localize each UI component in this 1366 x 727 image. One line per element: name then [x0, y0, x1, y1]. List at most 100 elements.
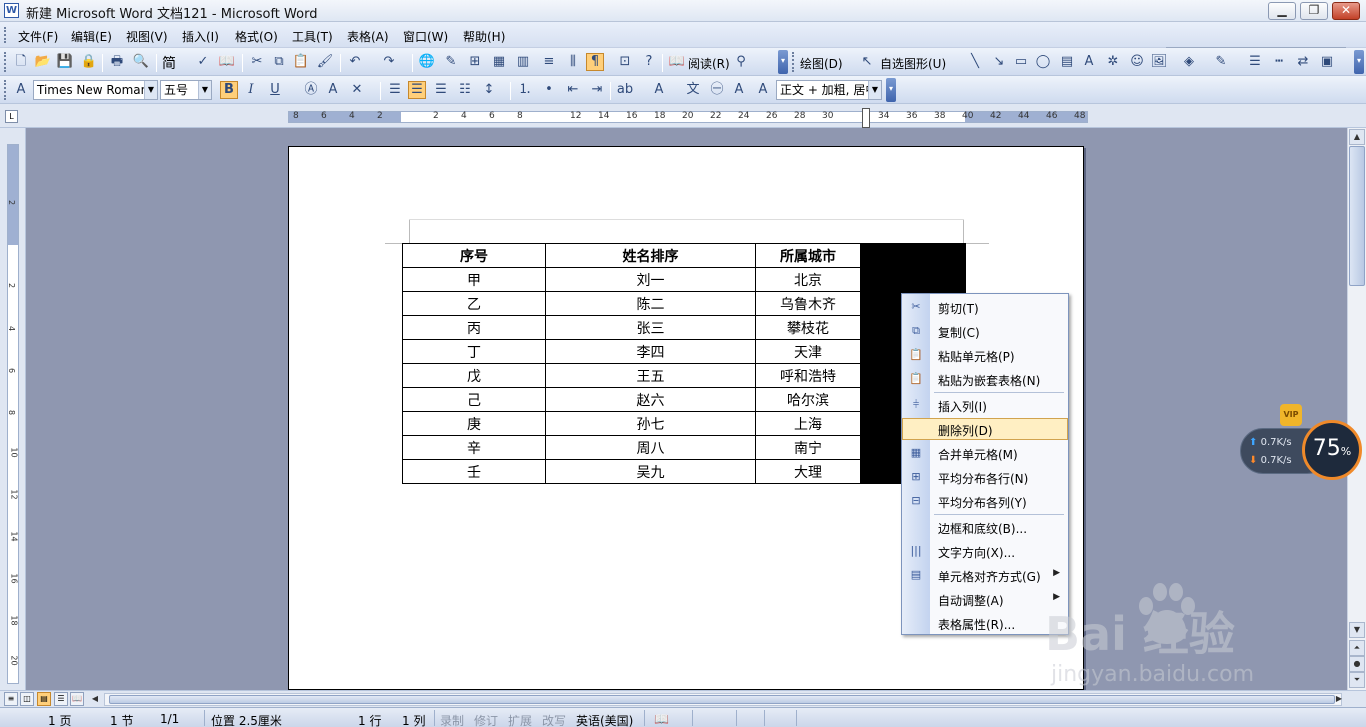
- selected-cell[interactable]: [860, 267, 966, 292]
- menu-item-borders-shading[interactable]: 边框和底纹(B)...: [902, 516, 1068, 538]
- table-cell[interactable]: 张三: [545, 315, 756, 340]
- menu-item-copy[interactable]: ⧉ 复制(C): [902, 320, 1068, 342]
- permission-icon[interactable]: 🔒: [80, 53, 98, 71]
- menu-help[interactable]: 帮助(H): [463, 28, 505, 45]
- table-cell[interactable]: 丙: [402, 315, 546, 340]
- menu-item-merge-cells[interactable]: ▦ 合并单元格(M): [902, 442, 1068, 464]
- char-border-icon[interactable]: Ⓐ: [302, 81, 320, 99]
- font-size-select[interactable]: 五号 ▼: [160, 80, 212, 100]
- table-cell[interactable]: 丁: [402, 339, 546, 364]
- toolbar-options-icon[interactable]: ▾: [1354, 50, 1364, 74]
- insert-excel-icon[interactable]: ▦: [490, 53, 508, 71]
- table-cell[interactable]: 攀枝花: [755, 315, 861, 340]
- save-icon[interactable]: 💾: [56, 53, 74, 71]
- table-cell[interactable]: 呼和浩特: [755, 363, 861, 388]
- style-select[interactable]: 正文 + 加粗, 居中 ▼: [776, 80, 882, 100]
- chevron-down-icon[interactable]: ▼: [868, 81, 881, 99]
- hyperlink-icon[interactable]: 🌐: [418, 53, 436, 71]
- table-header-cell[interactable]: 姓名排序: [545, 243, 756, 268]
- selected-header-cell[interactable]: [860, 243, 966, 268]
- draw-menu-button[interactable]: 绘图(D): [800, 55, 843, 72]
- grow-font-icon[interactable]: A: [730, 81, 748, 99]
- show-hide-icon[interactable]: ¶: [586, 53, 604, 71]
- table-cell[interactable]: 吴九: [545, 459, 756, 484]
- menu-item-distribute-rows[interactable]: ⊞ 平均分布各行(N): [902, 466, 1068, 488]
- wordart-icon[interactable]: A: [1080, 53, 1098, 71]
- status-extend[interactable]: 扩展: [508, 712, 532, 727]
- fill-color-icon[interactable]: ◈: [1180, 53, 1198, 71]
- normal-view-icon[interactable]: ≡: [4, 692, 18, 706]
- vertical-scroll-thumb[interactable]: [1349, 146, 1365, 286]
- table-cell[interactable]: 李四: [545, 339, 756, 364]
- textbox-icon[interactable]: ▤: [1058, 53, 1076, 71]
- phonetic-guide-icon[interactable]: 文: [684, 81, 702, 99]
- table-cell[interactable]: 赵六: [545, 387, 756, 412]
- scroll-right-icon[interactable]: ▶: [1332, 692, 1346, 706]
- next-page-icon[interactable]: ⏷: [1349, 672, 1365, 688]
- menu-view[interactable]: 视图(V): [126, 28, 168, 45]
- autoshapes-button[interactable]: 自选图形(U): [880, 55, 946, 72]
- menu-insert[interactable]: 插入(I): [182, 28, 219, 45]
- align-center-icon[interactable]: ☰: [408, 81, 426, 99]
- tables-borders-icon[interactable]: ✎: [442, 53, 460, 71]
- table-cell[interactable]: 甲: [402, 267, 546, 292]
- web-layout-icon[interactable]: ◫: [20, 692, 34, 706]
- horizontal-scroll-thumb[interactable]: [109, 695, 1335, 704]
- menu-window[interactable]: 窗口(W): [403, 28, 448, 45]
- research-icon[interactable]: 📖: [218, 53, 236, 71]
- copy-icon[interactable]: ⧉: [270, 53, 288, 71]
- enclose-char-icon[interactable]: ㊀: [708, 81, 726, 99]
- underline-button[interactable]: U: [266, 81, 284, 99]
- table-cell[interactable]: 王五: [545, 363, 756, 388]
- print-layout-icon[interactable]: ▤: [37, 692, 51, 706]
- rectangle-icon[interactable]: ▭: [1012, 53, 1030, 71]
- menu-item-autofit[interactable]: 自动调整(A) ▶: [902, 588, 1068, 610]
- table-cell[interactable]: 天津: [755, 339, 861, 364]
- redo-icon[interactable]: ↷: [380, 53, 398, 71]
- line-color-icon[interactable]: ✎: [1212, 53, 1230, 71]
- scroll-up-icon[interactable]: ▲: [1349, 129, 1365, 145]
- cut-icon[interactable]: ✂: [248, 53, 266, 71]
- table-cell[interactable]: 乌鲁木齐: [755, 291, 861, 316]
- menu-item-cell-alignment[interactable]: ▤ 单元格对齐方式(G) ▶: [902, 564, 1068, 586]
- close-button[interactable]: ✕: [1332, 2, 1360, 20]
- italic-button[interactable]: I: [242, 81, 260, 99]
- arrow-icon[interactable]: ↘: [990, 53, 1008, 71]
- line-icon[interactable]: ╲: [966, 53, 984, 71]
- menu-tools[interactable]: 工具(T): [292, 28, 333, 45]
- chevron-down-icon[interactable]: ▼: [144, 81, 157, 99]
- table-header-cell[interactable]: 所属城市: [755, 243, 861, 268]
- toolbar-grip[interactable]: [4, 80, 8, 100]
- print-preview-icon[interactable]: 🔍: [132, 53, 150, 71]
- vertical-scrollbar[interactable]: ▲ ▼ ⏶ ● ⏷: [1347, 128, 1366, 690]
- table-cell[interactable]: 哈尔滨: [755, 387, 861, 412]
- menu-item-insert-column[interactable]: ⫩ 插入列(I): [902, 394, 1068, 416]
- menu-format[interactable]: 格式(O): [235, 28, 278, 45]
- read-icon[interactable]: 📖: [668, 53, 686, 71]
- toolbar-grip[interactable]: [792, 52, 796, 72]
- open-folder-icon[interactable]: 📂: [34, 53, 52, 71]
- menu-table[interactable]: 表格(A): [347, 28, 389, 45]
- distributed-align-icon[interactable]: ☷: [456, 81, 474, 99]
- columns-icon[interactable]: ▥: [514, 53, 532, 71]
- menu-item-cut[interactable]: ✂ 剪切(T): [902, 296, 1068, 318]
- binoculars-icon[interactable]: ⚲: [732, 53, 750, 71]
- menu-edit[interactable]: 编辑(E): [71, 28, 112, 45]
- document-map-icon[interactable]: ⫼: [564, 53, 582, 71]
- memory-gauge[interactable]: 75%: [1302, 420, 1362, 480]
- toolbar-options-icon[interactable]: ▾: [886, 78, 896, 102]
- previous-page-icon[interactable]: ⏶: [1349, 640, 1365, 656]
- shadow-icon[interactable]: ▣: [1318, 53, 1336, 71]
- scroll-down-icon[interactable]: ▼: [1349, 622, 1365, 638]
- table-header-cell[interactable]: 序号: [402, 243, 546, 268]
- status-record[interactable]: 录制: [440, 712, 464, 727]
- document-table[interactable]: 序号 姓名排序 所属城市 甲 刘一 北京 乙 陈二 乌鲁木齐 丙 张三 攀枝花 …: [402, 243, 966, 484]
- diagram-icon[interactable]: ✲: [1104, 53, 1122, 71]
- tab-selector[interactable]: L: [5, 110, 18, 123]
- styles-icon[interactable]: A: [12, 81, 30, 99]
- clipart-icon[interactable]: ☺: [1128, 53, 1146, 71]
- chevron-down-icon[interactable]: ▼: [198, 81, 211, 99]
- word-app-icon[interactable]: W: [4, 3, 19, 18]
- toolbar-options-icon[interactable]: ▾: [778, 50, 788, 74]
- network-speed-widget[interactable]: VIP ⬆ 0.7K/s ⬇ 0.7K/s 75%: [1240, 404, 1362, 480]
